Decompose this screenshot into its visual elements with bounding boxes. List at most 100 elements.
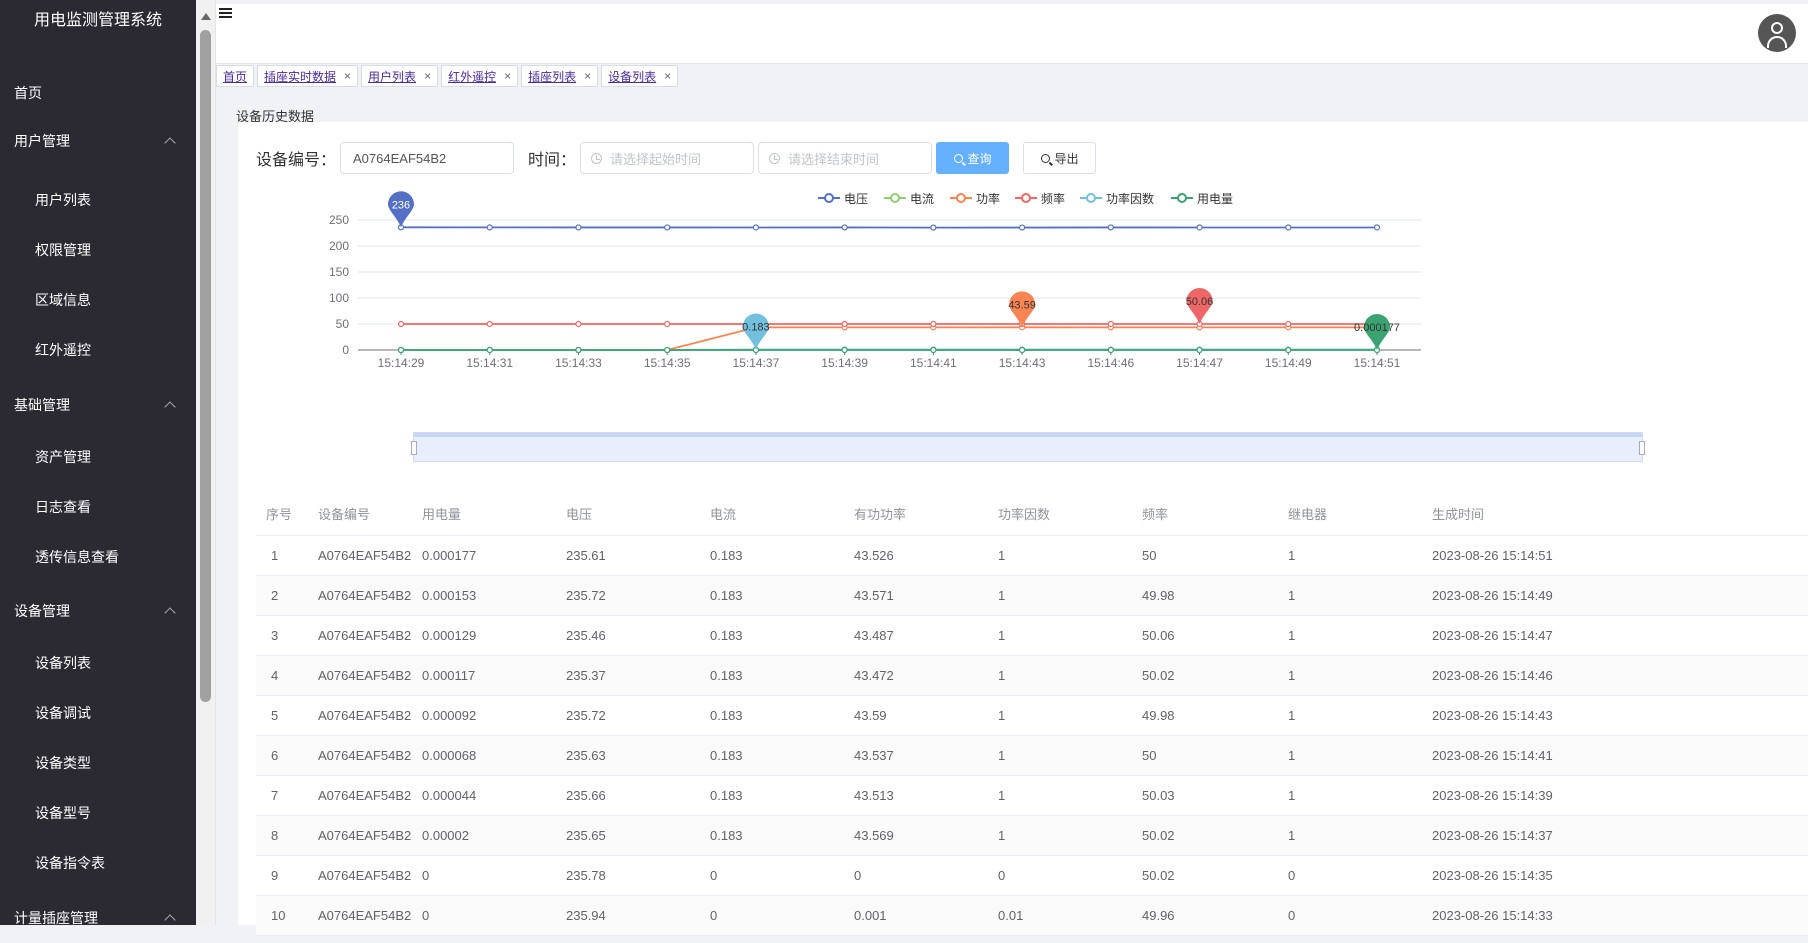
table-cell: 0.000153 [422, 588, 566, 603]
sidebar-item-9[interactable]: 透传信息查看 [0, 532, 196, 582]
table-cell: 49.98 [1142, 708, 1288, 723]
close-icon[interactable]: × [504, 69, 511, 83]
table-cell: 0 [1288, 868, 1432, 883]
table-cell: A0764EAF54B2 [298, 908, 422, 923]
table-cell: 50.02 [1142, 668, 1288, 683]
data-point [487, 321, 492, 326]
close-icon[interactable]: × [424, 69, 431, 83]
sidebar-item-label: 设备管理 [14, 601, 70, 621]
table-row[interactable]: 8A0764EAF54B20.00002235.650.18343.569150… [256, 816, 1808, 856]
y-tick-label: 150 [329, 265, 349, 279]
sidebar-item-2[interactable]: 用户列表 [0, 175, 196, 225]
chevron-up-icon [164, 607, 175, 618]
legend-item[interactable]: 功率 [950, 190, 1000, 206]
table-cell: 1 [998, 548, 1142, 563]
sidebar-item-1[interactable]: 用户管理 [0, 116, 196, 166]
tab-5[interactable]: 设备列表× [601, 65, 678, 87]
sidebar-item-12[interactable]: 设备调试 [0, 688, 196, 738]
sidebar-item-14[interactable]: 设备型号 [0, 788, 196, 838]
user-avatar-icon[interactable] [1758, 14, 1796, 52]
table-row[interactable]: 10A0764EAF54B20235.9400.0010.0149.960202… [256, 896, 1808, 936]
data-point [665, 225, 670, 230]
sidebar-item-10[interactable]: 设备管理 [0, 586, 196, 636]
x-tick-label: 15:14:39 [821, 356, 868, 370]
x-tick-label: 15:14:43 [999, 356, 1046, 370]
sidebar-item-7[interactable]: 资产管理 [0, 432, 196, 482]
table-cell: 1 [256, 548, 298, 563]
marker-label: 50.06 [1186, 296, 1214, 308]
legend-item[interactable]: 电压 [818, 190, 868, 206]
sidebar-item-label: 区域信息 [35, 290, 91, 310]
sidebar-item-8[interactable]: 日志查看 [0, 482, 196, 532]
legend-item[interactable]: 频率 [1015, 190, 1065, 206]
tab-0[interactable]: 首页 [216, 65, 254, 87]
zoom-handle-left[interactable] [411, 441, 417, 455]
x-tick-label: 15:14:49 [1265, 356, 1312, 370]
table-cell: 43.59 [854, 708, 998, 723]
table-row[interactable]: 9A0764EAF54B20235.7800050.0202023-08-26 … [256, 856, 1808, 896]
device-id-input[interactable]: A0764EAF54B2 [340, 142, 514, 174]
table-cell: 235.72 [566, 708, 710, 723]
sidebar-item-4[interactable]: 区域信息 [0, 275, 196, 325]
start-time-placeholder: 请选择起始时间 [610, 149, 701, 168]
sidebar-item-11[interactable]: 设备列表 [0, 638, 196, 688]
start-time-input[interactable]: 请选择起始时间 [580, 142, 754, 174]
table-row[interactable]: 1A0764EAF54B20.000177235.610.18343.52615… [256, 536, 1808, 576]
data-point [1108, 225, 1113, 230]
sidebar-item-0[interactable]: 首页 [0, 68, 196, 118]
legend-item[interactable]: 功率因数 [1080, 190, 1154, 206]
sidebar-item-13[interactable]: 设备类型 [0, 738, 196, 788]
scroll-thumb[interactable] [200, 30, 211, 702]
tab-1[interactable]: 插座实时数据× [257, 65, 358, 87]
menu-toggle-icon[interactable] [219, 8, 232, 20]
tab-3[interactable]: 红外遥控× [441, 65, 518, 87]
data-point [931, 347, 936, 352]
export-button[interactable]: 导出 [1023, 142, 1096, 174]
scroll-up-arrow-icon[interactable] [201, 13, 211, 20]
table-cell: 50 [1142, 748, 1288, 763]
table-row[interactable]: 6A0764EAF54B20.000068235.630.18343.53715… [256, 736, 1808, 776]
close-icon[interactable]: × [664, 69, 671, 83]
sidebar-item-16[interactable]: 计量插座管理 [0, 893, 196, 943]
table-row[interactable]: 7A0764EAF54B20.000044235.660.18343.51315… [256, 776, 1808, 816]
zoom-handle-right[interactable] [1639, 441, 1645, 455]
table-row[interactable]: 3A0764EAF54B20.000129235.460.18343.48715… [256, 616, 1808, 656]
table-cell: 1 [998, 588, 1142, 603]
legend-line-circle-icon [950, 192, 972, 204]
legend-item[interactable]: 用电量 [1171, 190, 1233, 206]
legend-label: 用电量 [1197, 190, 1233, 207]
table-row[interactable]: 2A0764EAF54B20.000153235.720.18343.57114… [256, 576, 1808, 616]
query-button[interactable]: 查询 [936, 142, 1009, 174]
table-cell: 43.569 [854, 828, 998, 843]
table-row[interactable]: 4A0764EAF54B20.000117235.370.18343.47215… [256, 656, 1808, 696]
end-time-input[interactable]: 请选择结束时间 [758, 142, 932, 174]
sidebar-item-label: 用户列表 [35, 190, 91, 210]
table-cell: 0.183 [710, 748, 854, 763]
table-cell: 0.183 [710, 668, 854, 683]
table-cell: 235.65 [566, 828, 710, 843]
tab-label: 用户列表 [368, 68, 416, 85]
data-point [665, 348, 670, 353]
table-cell: 43.526 [854, 548, 998, 563]
sidebar-item-label: 设备指令表 [35, 853, 105, 873]
legend-line-circle-icon [1015, 192, 1037, 204]
table-cell: 0 [710, 908, 854, 923]
sidebar-item-label: 设备类型 [35, 753, 91, 773]
tab-2[interactable]: 用户列表 × [361, 65, 438, 87]
table-cell: 1 [1288, 588, 1432, 603]
sidebar-item-label: 资产管理 [35, 447, 91, 467]
sidebar-scrollbar[interactable] [196, 0, 216, 925]
sidebar-item-5[interactable]: 红外遥控 [0, 325, 196, 375]
sidebar-item-6[interactable]: 基础管理 [0, 380, 196, 430]
legend-item[interactable]: 电流 [884, 190, 934, 206]
chevron-up-icon [164, 137, 175, 148]
tab-4[interactable]: 插座列表× [521, 65, 598, 87]
table-row[interactable]: 5A0764EAF54B20.000092235.720.18343.59149… [256, 696, 1808, 736]
sidebar-item-15[interactable]: 设备指令表 [0, 838, 196, 888]
sidebar-item-3[interactable]: 权限管理 [0, 225, 196, 275]
tab-label: 首页 [223, 68, 247, 85]
close-icon[interactable]: × [344, 69, 351, 83]
close-icon[interactable]: × [584, 69, 591, 83]
table-cell: 1 [1288, 828, 1432, 843]
data-zoom-slider[interactable] [413, 432, 1643, 462]
